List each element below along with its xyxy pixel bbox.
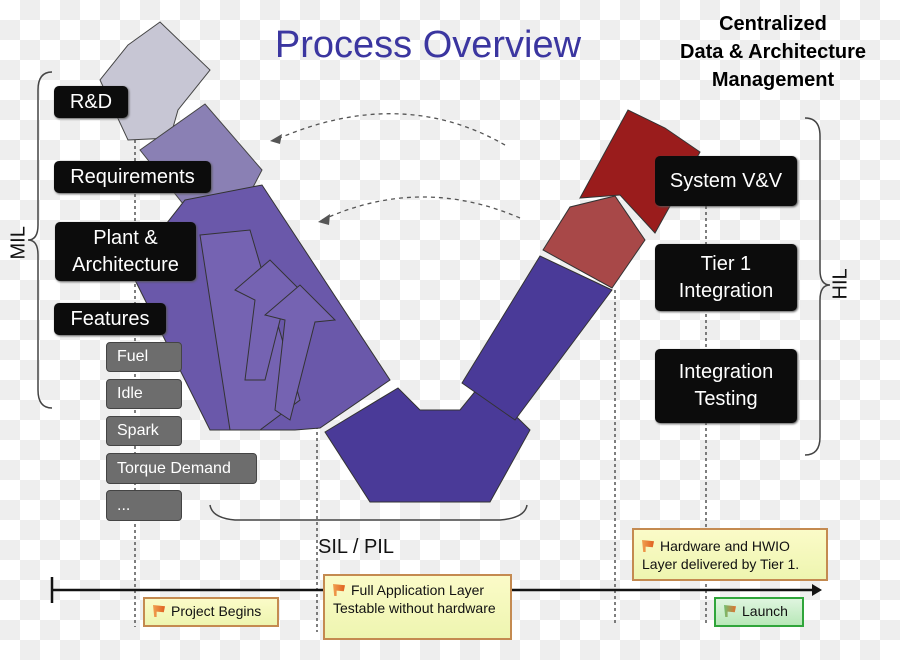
feature-idle[interactable]: Idle bbox=[106, 379, 182, 409]
milestone-launch[interactable]: Launch bbox=[714, 597, 804, 627]
central-line: Centralized bbox=[719, 13, 827, 35]
arrowhead-icon bbox=[270, 134, 282, 144]
stage-plant-architecture[interactable]: Plant & Architecture bbox=[55, 222, 196, 281]
stage-rd[interactable]: R&D bbox=[54, 86, 128, 118]
central-label: Centralized Data & Architecture Manageme… bbox=[668, 10, 878, 94]
arrowhead-icon bbox=[318, 214, 330, 225]
feature-more[interactable]: ... bbox=[106, 490, 182, 521]
central-line: Management bbox=[711, 69, 835, 91]
flag-icon bbox=[642, 540, 654, 552]
hil-bracket bbox=[804, 117, 831, 456]
stage-requirements[interactable]: Requirements bbox=[54, 161, 211, 193]
stage-system-vv[interactable]: System V&V bbox=[655, 156, 797, 206]
feature-spark[interactable]: Spark bbox=[106, 416, 182, 446]
milestone-text: Hardware and HWIO Layer delivered by Tie… bbox=[642, 538, 800, 572]
sil-pil-label: SIL / PIL bbox=[318, 536, 394, 558]
timeline-arrow-icon bbox=[812, 584, 822, 596]
unit-test-arm bbox=[461, 255, 613, 421]
milestone-project-begins[interactable]: Project Begins bbox=[143, 597, 279, 627]
flag-icon bbox=[153, 605, 165, 617]
mil-bracket bbox=[27, 71, 53, 409]
sil-pil-bracket bbox=[209, 504, 528, 521]
feature-torque-demand[interactable]: Torque Demand bbox=[106, 453, 257, 484]
feedback-arrow bbox=[274, 113, 506, 146]
stage-integration-testing[interactable]: Integration Testing bbox=[655, 349, 797, 423]
flag-icon bbox=[724, 605, 736, 617]
central-line: Data & Architecture bbox=[680, 41, 866, 63]
feature-fuel[interactable]: Fuel bbox=[106, 342, 182, 372]
milestone-text: Launch bbox=[742, 603, 788, 619]
milestone-text: Full Application Layer Testable without … bbox=[333, 582, 496, 616]
stage-features[interactable]: Features bbox=[54, 303, 166, 335]
hil-label: HIL bbox=[829, 268, 852, 300]
flag-icon bbox=[333, 584, 345, 596]
mil-label: MIL bbox=[7, 226, 30, 260]
feedback-arrow bbox=[321, 196, 521, 221]
stage-tier1-integration[interactable]: Tier 1 Integration bbox=[655, 244, 797, 311]
milestone-text: Project Begins bbox=[171, 603, 262, 619]
milestone-full-app[interactable]: Full Application Layer Testable without … bbox=[323, 574, 512, 640]
milestone-hardware[interactable]: Hardware and HWIO Layer delivered by Tie… bbox=[632, 528, 828, 581]
